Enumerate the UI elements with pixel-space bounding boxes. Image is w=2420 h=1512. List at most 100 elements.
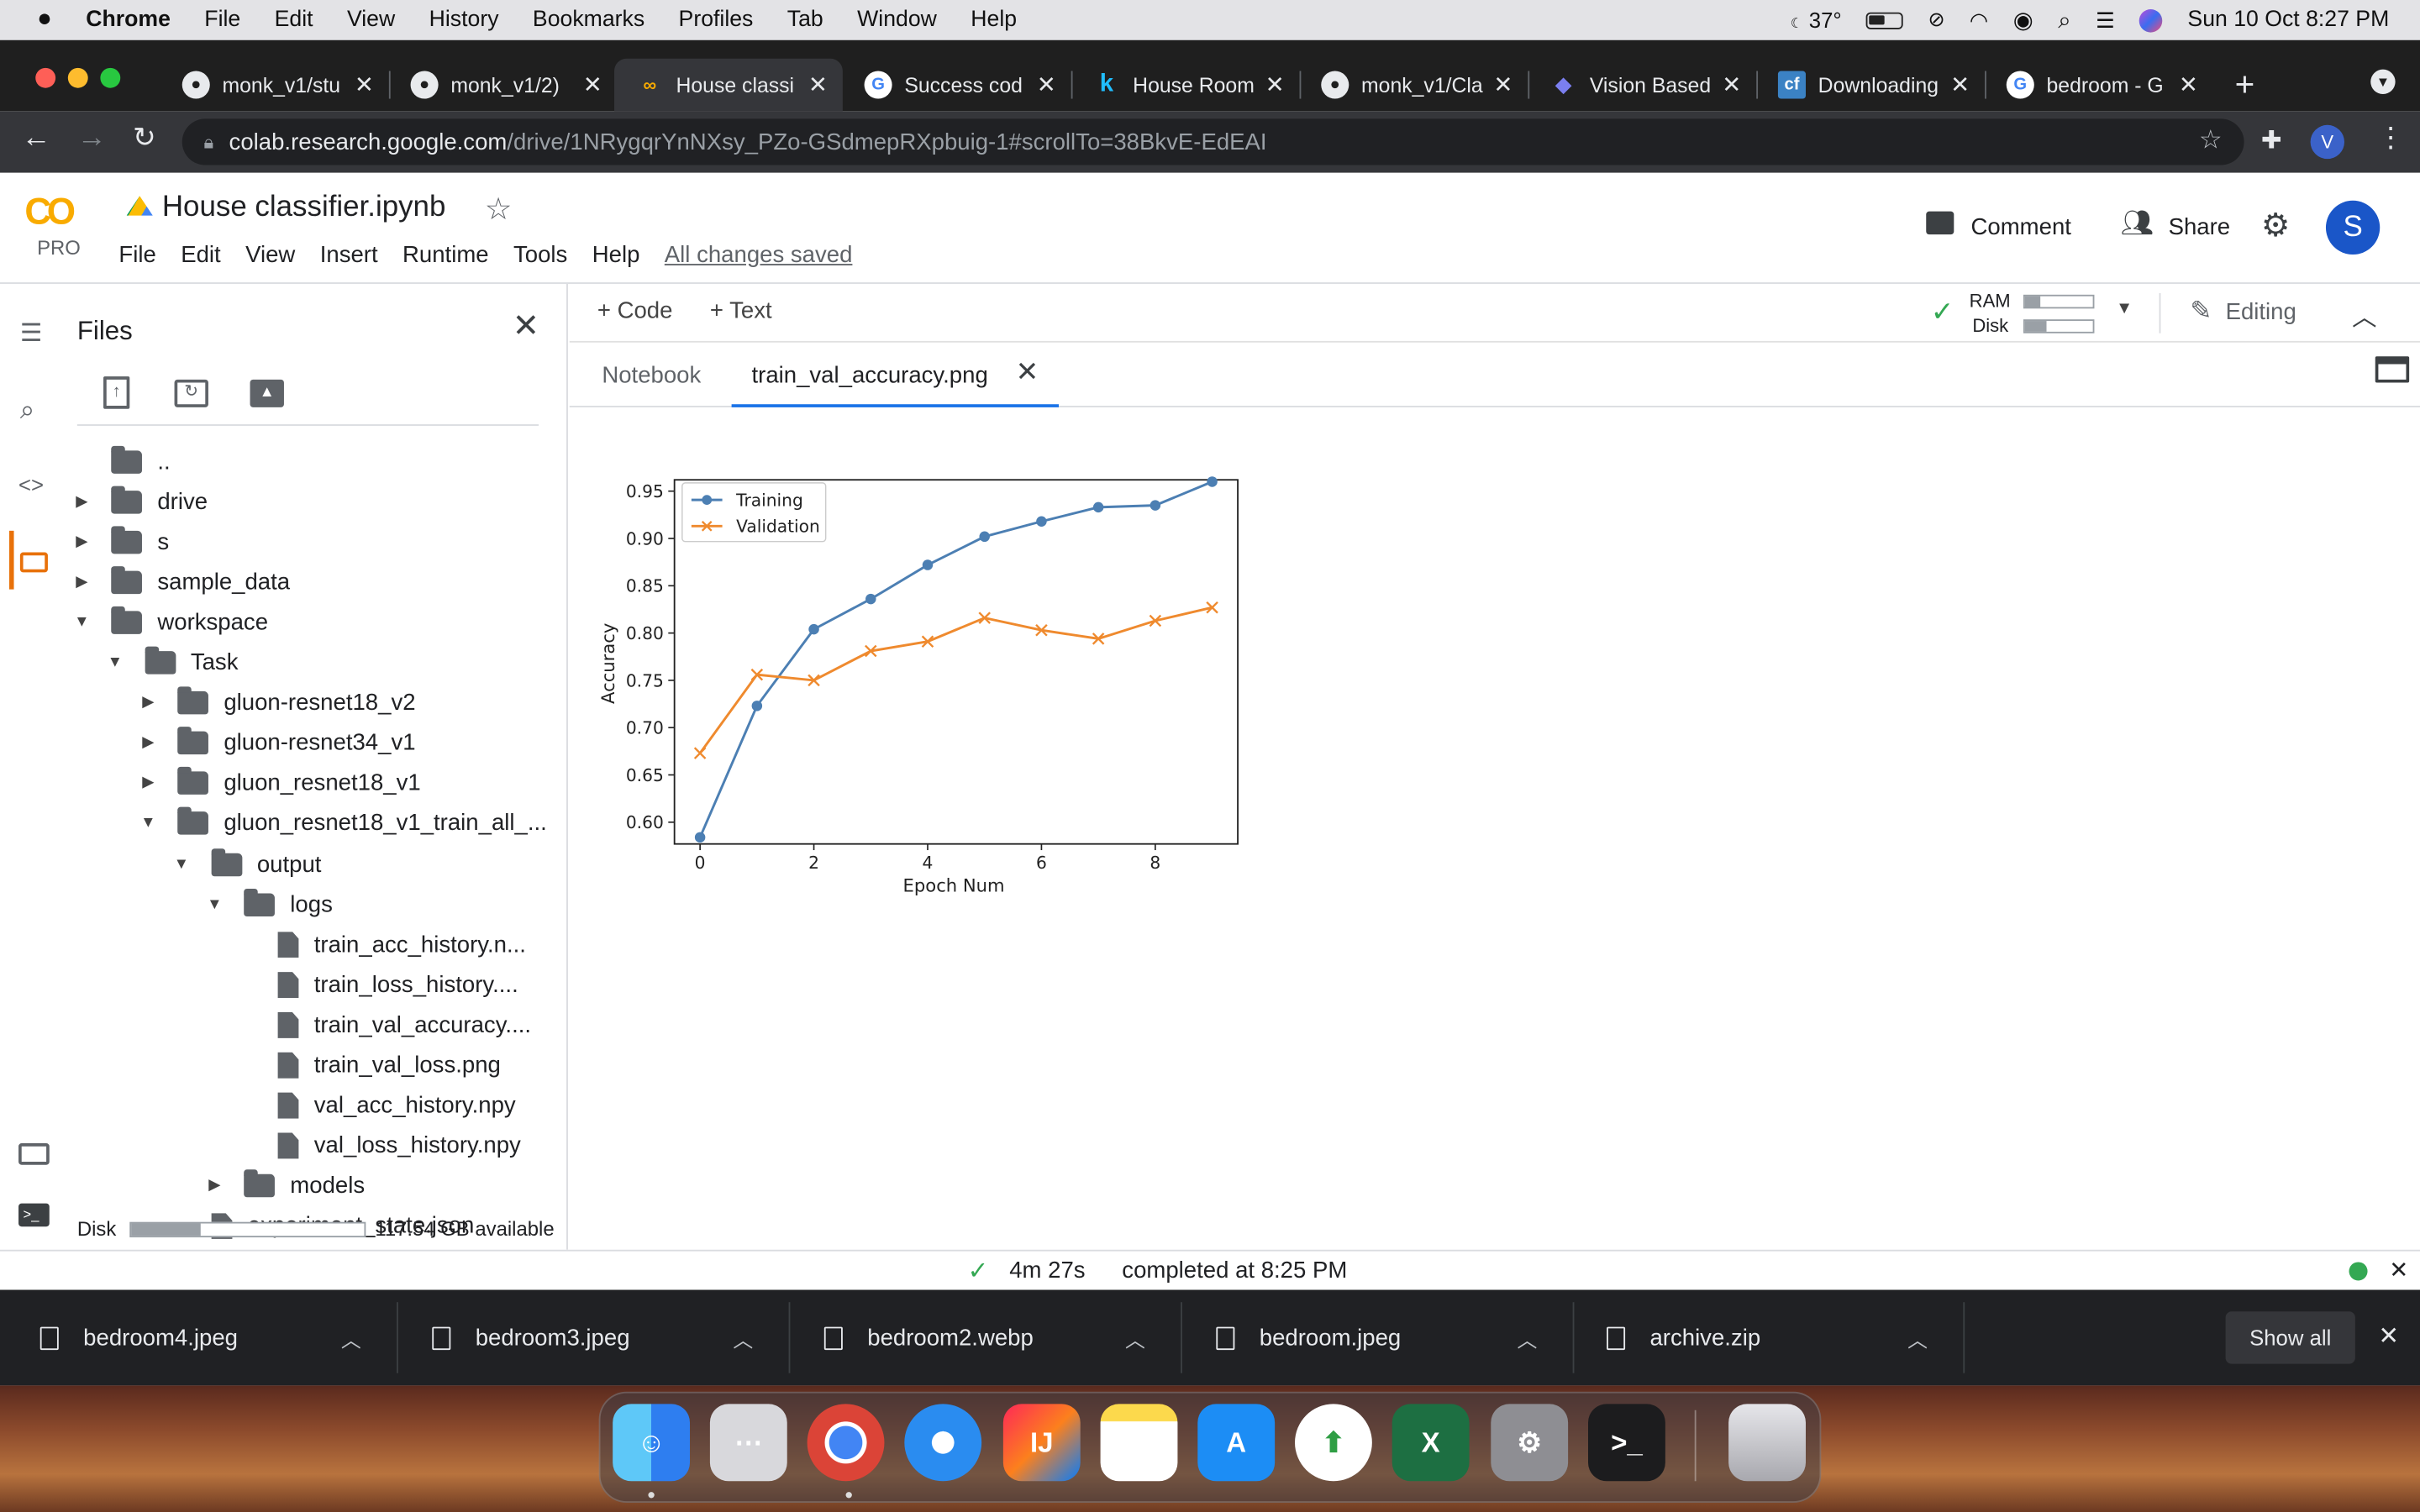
tab-close-icon[interactable]: ✕ [577, 71, 608, 98]
tab-close-icon[interactable]: ✕ [349, 71, 380, 98]
file-tree-folder[interactable]: ▶ gluon-resnet34_v1 [137, 723, 416, 764]
account-avatar[interactable]: S [2325, 200, 2381, 255]
user-account-icon[interactable]: ◉ [2013, 6, 2033, 34]
browser-tab-active[interactable]: ∞ House classi ✕ [614, 58, 843, 112]
expand-caret-icon[interactable]: ▶ [71, 574, 92, 591]
file-tree-file[interactable]: train_val_loss.png [237, 1045, 501, 1085]
terminal-icon[interactable]: >_ [1588, 1404, 1665, 1482]
collapse-caret-icon[interactable]: ▼ [203, 895, 225, 912]
file-tree-file[interactable]: train_acc_history.n... [237, 925, 526, 965]
system-preferences-icon[interactable]: ⚙ [1491, 1404, 1569, 1482]
mount-drive-icon[interactable]: ▲ [250, 379, 284, 407]
tab-close-icon[interactable]: ✕ [1031, 71, 1062, 98]
collapse-caret-icon[interactable]: ▼ [137, 816, 159, 832]
file-tree-folder[interactable]: ▼ gluon_resnet18_v1_train_all_... [137, 804, 547, 844]
menubar-help[interactable]: Help [971, 8, 1017, 32]
chevron-up-icon[interactable]: ︿ [341, 1324, 361, 1353]
menubar-file[interactable]: File [204, 8, 240, 32]
download-item[interactable]: bedroom3.jpeg ︿ [392, 1290, 787, 1386]
colab-logo[interactable]: CO [24, 192, 76, 234]
lock-icon[interactable]: 🔒︎ [203, 130, 213, 154]
close-download-shelf-icon[interactable]: ✕ [2378, 1320, 2399, 1352]
code-snippets-icon[interactable]: <> [18, 472, 44, 496]
ram-usage-bar[interactable] [2023, 294, 2095, 309]
editing-mode-button[interactable]: Editing [2226, 299, 2296, 325]
menubar-history[interactable]: History [429, 8, 499, 32]
command-palette-icon[interactable] [18, 1143, 50, 1165]
chrome-icon[interactable] [807, 1404, 885, 1482]
file-tree-folder[interactable]: ▼ workspace [71, 602, 268, 643]
safari-icon[interactable]: ✦ [904, 1404, 982, 1482]
browser-tab[interactable]: ● monk_v1/2) ✕ [389, 59, 618, 111]
close-panel-icon[interactable]: ✕ [513, 307, 539, 346]
window-close-button[interactable] [35, 67, 56, 88]
menu-edit[interactable]: Edit [181, 242, 220, 268]
browser-tab[interactable]: k House Room ✕ [1071, 59, 1300, 111]
collapse-caret-icon[interactable]: ▼ [171, 855, 192, 872]
menu-file[interactable]: File [118, 242, 155, 268]
show-all-downloads-button[interactable]: Show all [2225, 1311, 2355, 1364]
browser-tab[interactable]: G Success cod ✕ [843, 59, 1071, 111]
chevron-up-icon[interactable]: ︿ [1517, 1324, 1537, 1353]
browser-tab[interactable]: cf Downloading ✕ [1756, 59, 1985, 111]
excel-icon[interactable]: X [1392, 1404, 1470, 1482]
extensions-puzzle-icon[interactable]: ✚ [2261, 125, 2282, 156]
refresh-folder-icon[interactable]: ↻ [174, 379, 208, 407]
collapse-caret-icon[interactable]: ▼ [104, 654, 126, 671]
terminal-icon[interactable]: >_ [18, 1203, 50, 1227]
add-code-button[interactable]: + Code [597, 297, 673, 323]
expand-caret-icon[interactable]: ▶ [71, 493, 92, 510]
reload-icon[interactable]: ↻ [133, 122, 156, 155]
back-arrow-icon[interactable]: ← [22, 122, 51, 155]
collapse-caret-icon[interactable]: ▼ [71, 614, 92, 631]
menu-view[interactable]: View [245, 242, 295, 268]
menu-insert[interactable]: Insert [320, 242, 378, 268]
table-of-contents-icon[interactable]: ☰ [20, 318, 42, 349]
menubar-datetime[interactable]: Sun 10 Oct 8:27 PM [2187, 8, 2389, 32]
spotlight-search-icon[interactable]: ⌕ [2058, 7, 2070, 33]
close-status-icon[interactable]: ✕ [2389, 1256, 2408, 1284]
star-icon[interactable]: ☆ [485, 190, 513, 228]
file-tree-file[interactable]: val_loss_history.npy [237, 1126, 521, 1166]
browser-tab[interactable]: ● monk_v1/stu ✕ [160, 59, 389, 111]
settings-gear-icon[interactable]: ⚙ [2261, 207, 2291, 245]
file-tree-folder[interactable]: ▶ gluon_resnet18_v1 [137, 764, 421, 804]
profile-avatar[interactable]: V [2310, 124, 2345, 160]
tab-close-icon[interactable]: ✕ [2173, 71, 2204, 98]
disk-usage-bar-toolbar[interactable] [2023, 319, 2095, 333]
menu-help[interactable]: Help [592, 242, 640, 268]
file-tree-file[interactable]: train_val_accuracy.... [237, 1005, 531, 1045]
menubar-app-name[interactable]: Chrome [86, 8, 171, 32]
expand-caret-icon[interactable]: ▶ [137, 735, 159, 752]
tab-train-val-accuracy[interactable]: train_val_accuracy.png ✕ [731, 343, 1060, 407]
folder-icon[interactable] [19, 552, 48, 573]
chevron-up-icon[interactable]: ︿ [1125, 1324, 1145, 1353]
tab-close-icon[interactable]: ✕ [1716, 71, 1747, 98]
menubar-window[interactable]: Window [857, 8, 937, 32]
download-item[interactable]: archive.zip ︿ [1566, 1290, 1961, 1386]
download-item[interactable]: bedroom.jpeg ︿ [1176, 1290, 1571, 1386]
anaconda-icon[interactable]: ⬆ [1295, 1404, 1372, 1482]
menubar-profiles[interactable]: Profiles [679, 8, 754, 32]
tab-close-icon[interactable]: ✕ [1016, 356, 1039, 389]
upload-file-icon[interactable]: ↑ [103, 376, 130, 409]
save-status-link[interactable]: All changes saved [665, 242, 853, 268]
menu-tools[interactable]: Tools [513, 242, 567, 268]
notebook-title[interactable]: House classifier.ipynb [162, 192, 446, 225]
tab-close-icon[interactable]: ✕ [1260, 71, 1291, 98]
bookmark-star-icon[interactable]: ☆ [2199, 125, 2223, 156]
split-view-icon[interactable] [2375, 356, 2410, 383]
intellij-icon[interactable]: IJ [1002, 1404, 1081, 1482]
resources-dropdown-icon[interactable]: ▼ [2116, 299, 2133, 318]
chrome-menu-icon[interactable]: ⋮ [2377, 122, 2405, 155]
tab-close-icon[interactable]: ✕ [1944, 71, 1975, 98]
apple-icon[interactable]: ● [37, 6, 52, 34]
collapse-header-icon[interactable]: ︿ [2352, 297, 2376, 333]
browser-tab[interactable]: ◆ Vision Based ✕ [1528, 59, 1756, 111]
comment-button[interactable]: Comment [1971, 214, 2071, 240]
temperature-widget[interactable]: ☾ 37° [1791, 8, 1842, 32]
expand-caret-icon[interactable]: ▶ [71, 533, 92, 550]
download-item[interactable]: bedroom4.jpeg ︿ [0, 1290, 395, 1386]
new-tab-plus-icon[interactable]: + [2235, 65, 2255, 105]
share-people-icon[interactable]: 👥︎ [2121, 208, 2154, 239]
